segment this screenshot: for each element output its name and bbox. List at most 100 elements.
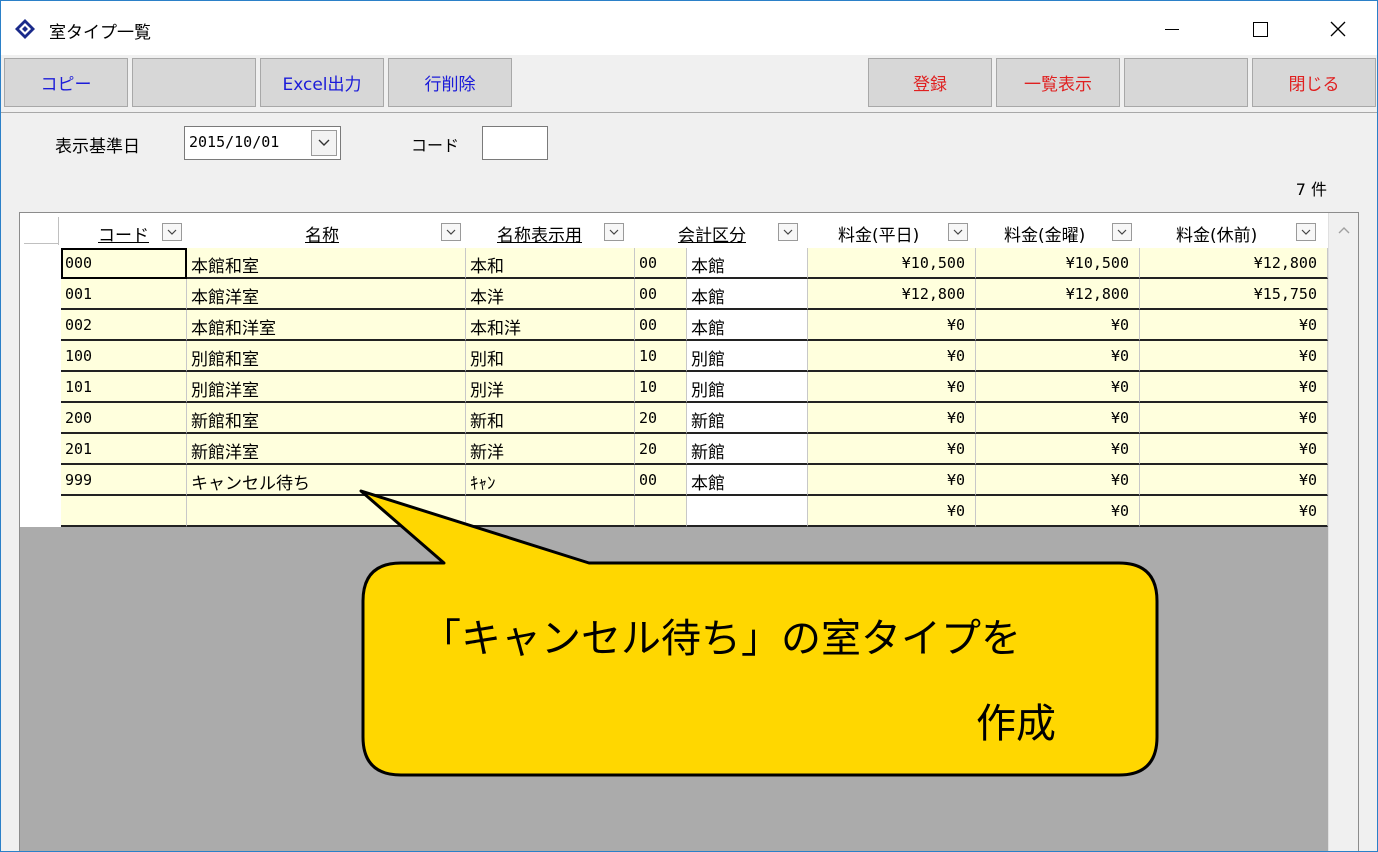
cell-code[interactable]: 101	[61, 372, 187, 403]
cell-weekday-rate[interactable]: ¥0	[808, 372, 976, 403]
cell-name[interactable]: 本館和洋室	[187, 310, 466, 341]
maximize-button[interactable]	[1237, 9, 1283, 49]
cell-code[interactable]: 001	[61, 279, 187, 310]
cell-code[interactable]: 100	[61, 341, 187, 372]
row-header[interactable]	[20, 434, 61, 465]
cell-weekday-rate[interactable]: ¥0	[808, 465, 976, 496]
row-header[interactable]	[20, 372, 61, 403]
cell-account-name[interactable]: 別館	[687, 341, 808, 372]
cell-code[interactable]: 000	[61, 248, 187, 279]
cell-account-code[interactable]: 00	[635, 248, 687, 279]
cell-short-name[interactable]: 別和	[466, 341, 635, 372]
list-display-button[interactable]: 一覧表示	[996, 58, 1120, 107]
cell-short-name[interactable]: 新洋	[466, 434, 635, 465]
cell-name[interactable]: 新館洋室	[187, 434, 466, 465]
vertical-scrollbar[interactable]	[1328, 213, 1358, 851]
cell-weekday-rate[interactable]: ¥0	[808, 403, 976, 434]
cell-holiday-rate[interactable]: ¥0	[1140, 403, 1328, 434]
cell-account-name[interactable]	[687, 496, 808, 527]
table-row[interactable]: 999 キャンセル待ち ｷｬﾝ 00 本館 ¥0 ¥0 ¥0	[20, 465, 1328, 496]
blank-button-1[interactable]	[132, 58, 256, 107]
cell-friday-rate[interactable]: ¥0	[976, 310, 1140, 341]
minimize-button[interactable]	[1149, 9, 1195, 49]
filter-dropdown-holiday-rate[interactable]	[1296, 223, 1316, 241]
table-row[interactable]: 200 新館和室 新和 20 新館 ¥0 ¥0 ¥0	[20, 403, 1328, 434]
cell-weekday-rate[interactable]: ¥10,500	[808, 248, 976, 279]
cell-weekday-rate[interactable]: ¥0	[808, 496, 976, 527]
cell-short-name[interactable]: ｷｬﾝ	[466, 465, 635, 496]
cell-short-name[interactable]: 本洋	[466, 279, 635, 310]
date-select[interactable]: 2015/10/01	[184, 126, 341, 160]
close-window-button[interactable]	[1315, 9, 1361, 49]
cell-short-name[interactable]: 別洋	[466, 372, 635, 403]
cell-name[interactable]: 別館洋室	[187, 372, 466, 403]
cell-account-name[interactable]: 本館	[687, 279, 808, 310]
cell-code[interactable]: 201	[61, 434, 187, 465]
cell-account-code[interactable]: 10	[635, 372, 687, 403]
cell-short-name[interactable]: 本和洋	[466, 310, 635, 341]
col-header-account[interactable]: 会計区分	[635, 213, 807, 248]
register-button[interactable]: 登録	[868, 58, 992, 107]
cell-code[interactable]: 999	[61, 465, 187, 496]
cell-friday-rate[interactable]: ¥0	[976, 372, 1140, 403]
filter-dropdown-weekday-rate[interactable]	[948, 223, 968, 241]
copy-button[interactable]: コピー	[4, 58, 128, 107]
cell-account-name[interactable]: 新館	[687, 434, 808, 465]
table-row[interactable]: 000 本館和室 本和 00 本館 ¥10,500 ¥10,500 ¥12,80…	[20, 248, 1328, 279]
cell-account-code[interactable]: 00	[635, 310, 687, 341]
cell-weekday-rate[interactable]: ¥0	[808, 310, 976, 341]
cell-holiday-rate[interactable]: ¥0	[1140, 465, 1328, 496]
cell-account-name[interactable]: 別館	[687, 372, 808, 403]
table-row[interactable]: 100 別館和室 別和 10 別館 ¥0 ¥0 ¥0	[20, 341, 1328, 372]
cell-code[interactable]: 002	[61, 310, 187, 341]
cell-name[interactable]: 本館和室	[187, 248, 466, 279]
blank-button-2[interactable]	[1124, 58, 1248, 107]
cell-name[interactable]: 本館洋室	[187, 279, 466, 310]
cell-name[interactable]: キャンセル待ち	[187, 465, 466, 496]
scroll-up-icon[interactable]	[1336, 223, 1352, 237]
cell-name[interactable]	[187, 496, 466, 527]
cell-account-name[interactable]: 本館	[687, 465, 808, 496]
cell-weekday-rate[interactable]: ¥12,800	[808, 279, 976, 310]
cell-account-code[interactable]: 00	[635, 279, 687, 310]
cell-friday-rate[interactable]: ¥0	[976, 496, 1140, 527]
filter-dropdown-friday-rate[interactable]	[1112, 223, 1132, 241]
cell-friday-rate[interactable]: ¥0	[976, 465, 1140, 496]
cell-account-code[interactable]: 00	[635, 465, 687, 496]
cell-weekday-rate[interactable]: ¥0	[808, 434, 976, 465]
cell-name[interactable]: 別館和室	[187, 341, 466, 372]
filter-dropdown-account[interactable]	[778, 223, 798, 241]
cell-short-name[interactable]	[466, 496, 635, 527]
cell-holiday-rate[interactable]: ¥0	[1140, 372, 1328, 403]
row-header[interactable]	[20, 496, 61, 527]
table-row[interactable]: 201 新館洋室 新洋 20 新館 ¥0 ¥0 ¥0	[20, 434, 1328, 465]
table-row[interactable]: 001 本館洋室 本洋 00 本館 ¥12,800 ¥12,800 ¥15,75…	[20, 279, 1328, 310]
filter-dropdown-name[interactable]	[441, 223, 461, 241]
col-header-weekday-rate[interactable]: 料金(平日)	[808, 213, 975, 248]
cell-friday-rate[interactable]: ¥10,500	[976, 248, 1140, 279]
cell-account-code[interactable]	[635, 496, 687, 527]
cell-name[interactable]: 新館和室	[187, 403, 466, 434]
cell-holiday-rate[interactable]: ¥0	[1140, 310, 1328, 341]
col-header-friday-rate[interactable]: 料金(金曜)	[976, 213, 1139, 248]
cell-friday-rate[interactable]: ¥12,800	[976, 279, 1140, 310]
row-header[interactable]	[20, 279, 61, 310]
col-header-name[interactable]: 名称	[187, 213, 465, 248]
col-header-short-name[interactable]: 名称表示用	[466, 213, 634, 248]
row-header[interactable]	[20, 403, 61, 434]
filter-dropdown-short-name[interactable]	[604, 223, 624, 241]
table-row[interactable]: 101 別館洋室 別洋 10 別館 ¥0 ¥0 ¥0	[20, 372, 1328, 403]
col-header-code[interactable]: コード	[62, 213, 186, 248]
cell-account-name[interactable]: 本館	[687, 310, 808, 341]
cell-code[interactable]: 200	[61, 403, 187, 434]
code-input[interactable]	[482, 126, 548, 160]
row-header[interactable]	[20, 248, 61, 279]
cell-account-code[interactable]: 20	[635, 434, 687, 465]
cell-code[interactable]	[61, 496, 187, 527]
cell-account-code[interactable]: 20	[635, 403, 687, 434]
cell-holiday-rate[interactable]: ¥15,750	[1140, 279, 1328, 310]
col-header-holiday-rate[interactable]: 料金(休前)	[1140, 213, 1328, 248]
cell-short-name[interactable]: 新和	[466, 403, 635, 434]
cell-account-name[interactable]: 本館	[687, 248, 808, 279]
excel-export-button[interactable]: Excel出力	[260, 58, 384, 107]
